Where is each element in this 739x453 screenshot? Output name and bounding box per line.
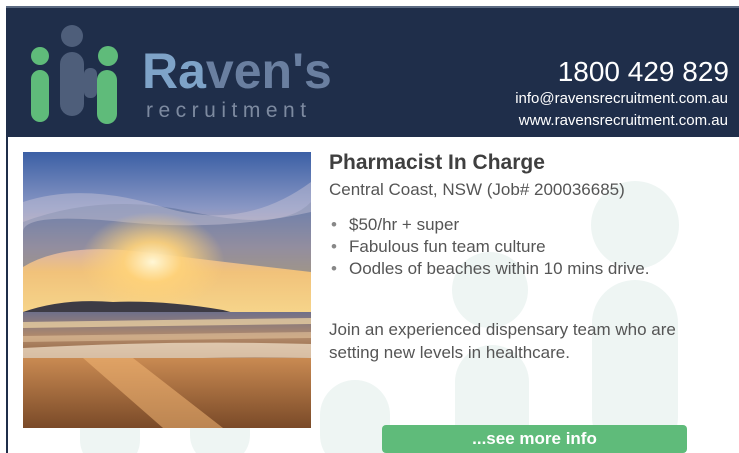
list-item: • $50/hr + super [329, 214, 650, 236]
job-location: Central Coast, NSW (Job# 200036685) [329, 180, 625, 199]
job-title: Pharmacist In Charge [329, 151, 545, 174]
brand-tagline: recruitment [146, 99, 312, 122]
brand-name: Raven's [142, 43, 332, 99]
left-border [6, 137, 8, 453]
contact-phone[interactable]: 1800 429 829 [558, 58, 729, 86]
contact-email[interactable]: info@ravensrecruitment.com.au [515, 91, 728, 106]
bullet-icon: • [331, 215, 337, 234]
bullet-icon: • [331, 237, 337, 256]
contact-website[interactable]: www.ravensrecruitment.com.au [519, 113, 728, 128]
job-highlights-list: • $50/hr + super • Fabulous fun team cultu… [329, 214, 650, 280]
job-description: Join an experienced dispensary team who … [329, 320, 676, 362]
header-banner: Raven's recruitment 1800 429 829 info@ra… [6, 6, 739, 137]
ravens-logo-icon [31, 25, 118, 124]
bullet-icon: • [331, 259, 337, 278]
highlight-text: Oodles of beaches within 10 mins drive. [349, 259, 650, 278]
list-item: • Fabulous fun team culture [329, 236, 650, 258]
beach-sunset-photo [23, 152, 311, 428]
job-ad-card: Raven's recruitment 1800 429 829 info@ra… [0, 0, 739, 453]
see-more-info-button[interactable]: ...see more info [382, 425, 687, 453]
highlight-text: Fabulous fun team culture [349, 237, 546, 256]
highlight-text: $50/hr + super [349, 215, 460, 234]
list-item: • Oodles of beaches within 10 mins drive. [329, 258, 650, 280]
